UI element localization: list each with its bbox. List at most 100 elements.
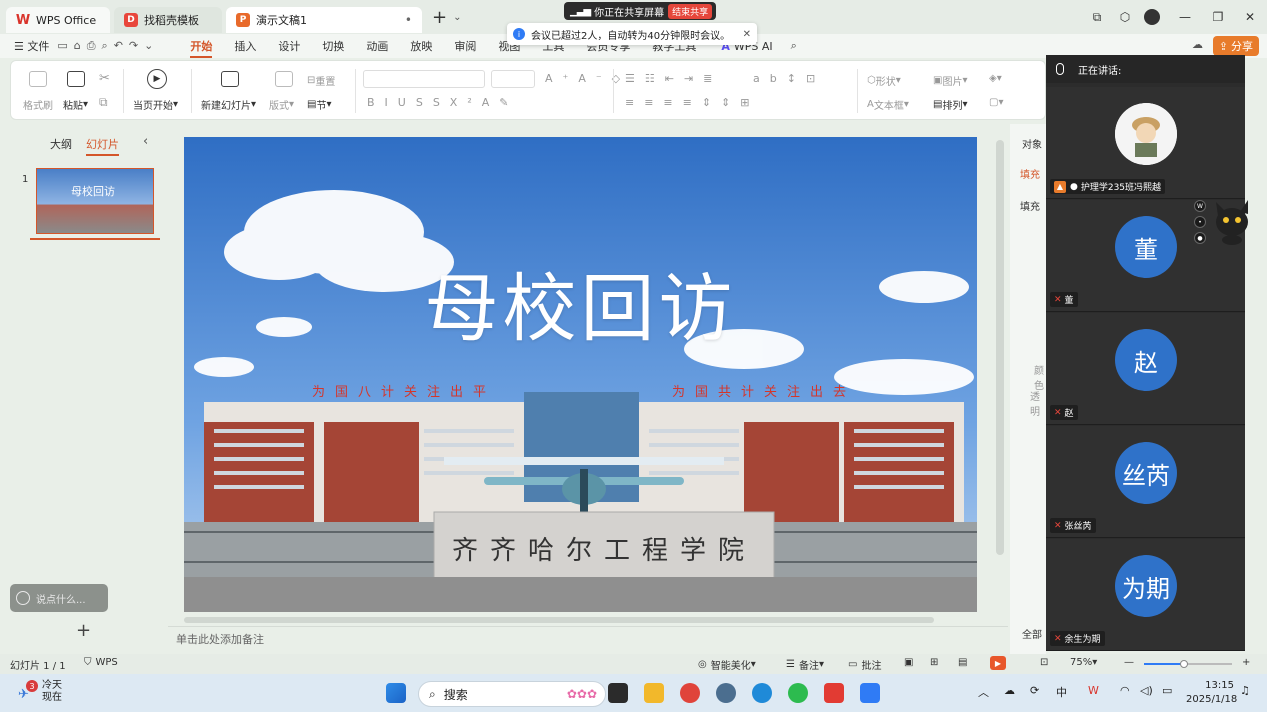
cloud-tray-icon[interactable]: ☁ <box>1004 684 1015 697</box>
user-avatar[interactable] <box>1143 8 1161 26</box>
outline-color-icon[interactable]: ▢▾ <box>989 97 1003 108</box>
slide-thumbnail[interactable]: 母校回访 <box>36 168 154 234</box>
minimize-icon[interactable]: — <box>1176 8 1194 26</box>
format-brush-button[interactable]: 格式刷 <box>23 97 53 112</box>
new-slide-button[interactable]: 新建幻灯片 ▾ <box>201 97 256 112</box>
participant-tile[interactable]: 赵 ✕ 赵 <box>1046 313 1245 425</box>
shape-button[interactable]: ⬡ 形状 ▾ <box>867 73 901 88</box>
fill-color-icon[interactable]: ◈▾ <box>989 73 1002 84</box>
share-button[interactable]: ⇪ 分享 <box>1212 36 1259 56</box>
section-button[interactable]: ▤ 节 ▾ <box>307 97 331 112</box>
tab-slides[interactable]: 幻灯片 <box>86 136 119 156</box>
zoom-in-icon[interactable]: + <box>1242 657 1250 668</box>
volume-icon[interactable]: ◁) <box>1140 684 1153 697</box>
fill-tab[interactable]: 填充 <box>1020 166 1040 181</box>
stop-sharing-button[interactable]: 结束共享 <box>668 3 713 19</box>
horizontal-scrollbar[interactable] <box>184 617 934 623</box>
normal-view-icon[interactable]: ▣ <box>904 657 913 668</box>
format-brush-icon[interactable] <box>29 71 47 87</box>
zoom-out-icon[interactable]: — <box>1124 657 1134 668</box>
cube-icon[interactable]: ⬡ <box>1116 8 1134 26</box>
maximize-icon[interactable]: ❐ <box>1209 8 1227 26</box>
new-tab-button[interactable]: + <box>432 7 447 28</box>
vertical-scrollbar[interactable] <box>996 140 1004 555</box>
menu-slideshow[interactable]: 放映 <box>399 38 443 54</box>
participant-tile[interactable]: 为期 ✕ 余生为期 <box>1046 539 1245 651</box>
wechat-icon[interactable] <box>788 683 808 703</box>
sync-tray-icon[interactable]: ⟳ <box>1030 684 1039 697</box>
windows-start-icon[interactable] <box>386 683 406 703</box>
new-slide-icon[interactable] <box>221 71 239 87</box>
add-slide-button[interactable]: + <box>76 620 91 641</box>
task-view-icon[interactable] <box>608 683 628 703</box>
participant-tile[interactable]: ▲ ● 护理学235班冯熙越 <box>1046 87 1245 199</box>
textbox-button[interactable]: A 文本框 ▾ <box>867 97 909 112</box>
file-menu[interactable]: ☰ 文件 <box>14 38 49 54</box>
meeting-app-icon[interactable] <box>860 683 880 703</box>
tab-template[interactable]: D 找稻壳模板 <box>114 7 222 33</box>
fill-section[interactable]: 填充 <box>1020 198 1040 213</box>
slideshow-play-button[interactable]: ▶ <box>990 656 1006 670</box>
font-size-select[interactable] <box>491 70 535 88</box>
settings-gear-icon[interactable] <box>716 683 736 703</box>
zoom-slider[interactable] <box>1144 660 1232 668</box>
image-button[interactable]: ▣ 图片 ▾ <box>933 73 967 88</box>
taskbar-search[interactable]: ⌕ 搜索 ✿✿✿ <box>418 681 606 707</box>
quick-access-icons[interactable]: ▭⌂⎙⌕↶↷⌄ <box>57 39 159 53</box>
zoom-level[interactable]: 75% ▾ <box>1070 657 1097 668</box>
notification-bell-icon[interactable]: ♫ <box>1240 684 1250 697</box>
unsaved-dot-icon[interactable]: • <box>405 13 412 27</box>
wifi-icon[interactable]: ◠ <box>1120 684 1130 697</box>
menu-insert[interactable]: 插入 <box>223 38 267 54</box>
smart-beautify-button[interactable]: ◎ 智能美化 ▾ <box>698 657 756 672</box>
layout-icon[interactable] <box>275 71 293 87</box>
reset-button[interactable]: ⊟ 重置 <box>307 73 335 88</box>
layout-button[interactable]: 版式 ▾ <box>269 97 294 112</box>
comments-button[interactable]: ▭ 批注 <box>848 657 881 672</box>
tab-document[interactable]: P 演示文稿1 • <box>226 7 422 33</box>
menu-design[interactable]: 设计 <box>267 38 311 54</box>
notes-button[interactable]: ☰ 备注 ▾ <box>786 657 824 672</box>
text-direction-icons[interactable]: ab↕⊡ <box>753 72 825 85</box>
notes-field[interactable]: 单击此处添加备注 <box>168 626 1008 650</box>
text-format-icons[interactable]: BIUSSX²A✎ <box>367 96 519 109</box>
font-family-select[interactable] <box>363 70 485 88</box>
edge-browser-icon[interactable] <box>752 683 772 703</box>
search-icon[interactable]: ⌕ <box>791 39 797 53</box>
file-explorer-icon[interactable] <box>644 683 664 703</box>
close-window-icon[interactable]: ✕ <box>1241 8 1259 26</box>
slide-title[interactable]: 母校回访 <box>184 249 977 356</box>
cat-mascot-icon[interactable] <box>1210 196 1254 246</box>
font-size-adjust-icons[interactable]: A⁺A⁻◇ <box>545 72 630 85</box>
weather-widget[interactable]: ✈ 3 冷天 现在 <box>18 680 62 704</box>
restore-window-icon[interactable]: ⧉ <box>1088 8 1106 26</box>
slide-sorter-icon[interactable]: ⊞ <box>930 657 938 668</box>
notice-close-icon[interactable]: ✕ <box>743 29 751 40</box>
wps-tray-icon[interactable]: W <box>1088 684 1099 697</box>
slide-canvas[interactable]: 为国八计关注出平 为国共计关注出去 齐齐哈尔工程学院 母校回访 <box>184 137 977 612</box>
play-from-current-icon[interactable]: ▶ <box>147 69 167 89</box>
tab-wps-office[interactable]: W WPS Office <box>6 7 110 33</box>
list-indent-icons[interactable]: ☰☷⇤⇥≣ <box>625 72 722 85</box>
zoom-slider-handle[interactable] <box>1179 660 1188 668</box>
arrange-button[interactable]: ▤ 排列 ▾ <box>933 97 967 112</box>
tab-outline[interactable]: 大纲 <box>50 136 72 152</box>
chat-input[interactable]: 说点什么... <box>10 584 108 612</box>
cut-icon[interactable]: ✂ <box>99 71 110 86</box>
collapse-panel-icon[interactable]: ‹ <box>143 134 148 149</box>
system-clock[interactable]: 13:15 2025/1/18 <box>1186 679 1237 707</box>
menu-review[interactable]: 审阅 <box>443 38 487 54</box>
apply-all-button[interactable]: 全部 <box>1022 626 1042 641</box>
start-from-current-button[interactable]: 当页开始 ▾ <box>133 97 178 112</box>
copy-icon[interactable]: ⧉ <box>99 95 108 110</box>
cloud-upload-icon[interactable]: ☁ <box>1192 38 1203 51</box>
input-method-icon[interactable]: 中 <box>1056 684 1067 700</box>
tray-chevron-icon[interactable]: ︿ <box>978 684 989 700</box>
reading-view-icon[interactable]: ▤ <box>958 657 967 668</box>
paste-icon[interactable] <box>67 71 85 87</box>
participant-tile[interactable]: 丝芮 ✕ 张丝芮 <box>1046 426 1245 538</box>
paragraph-align-icons[interactable]: ≡≡≡≡⇕⇕⊞ <box>625 96 760 109</box>
battery-icon[interactable]: ▭ <box>1162 684 1172 697</box>
menu-transition[interactable]: 切换 <box>311 38 355 54</box>
fit-window-icon[interactable]: ⊡ <box>1040 657 1048 668</box>
